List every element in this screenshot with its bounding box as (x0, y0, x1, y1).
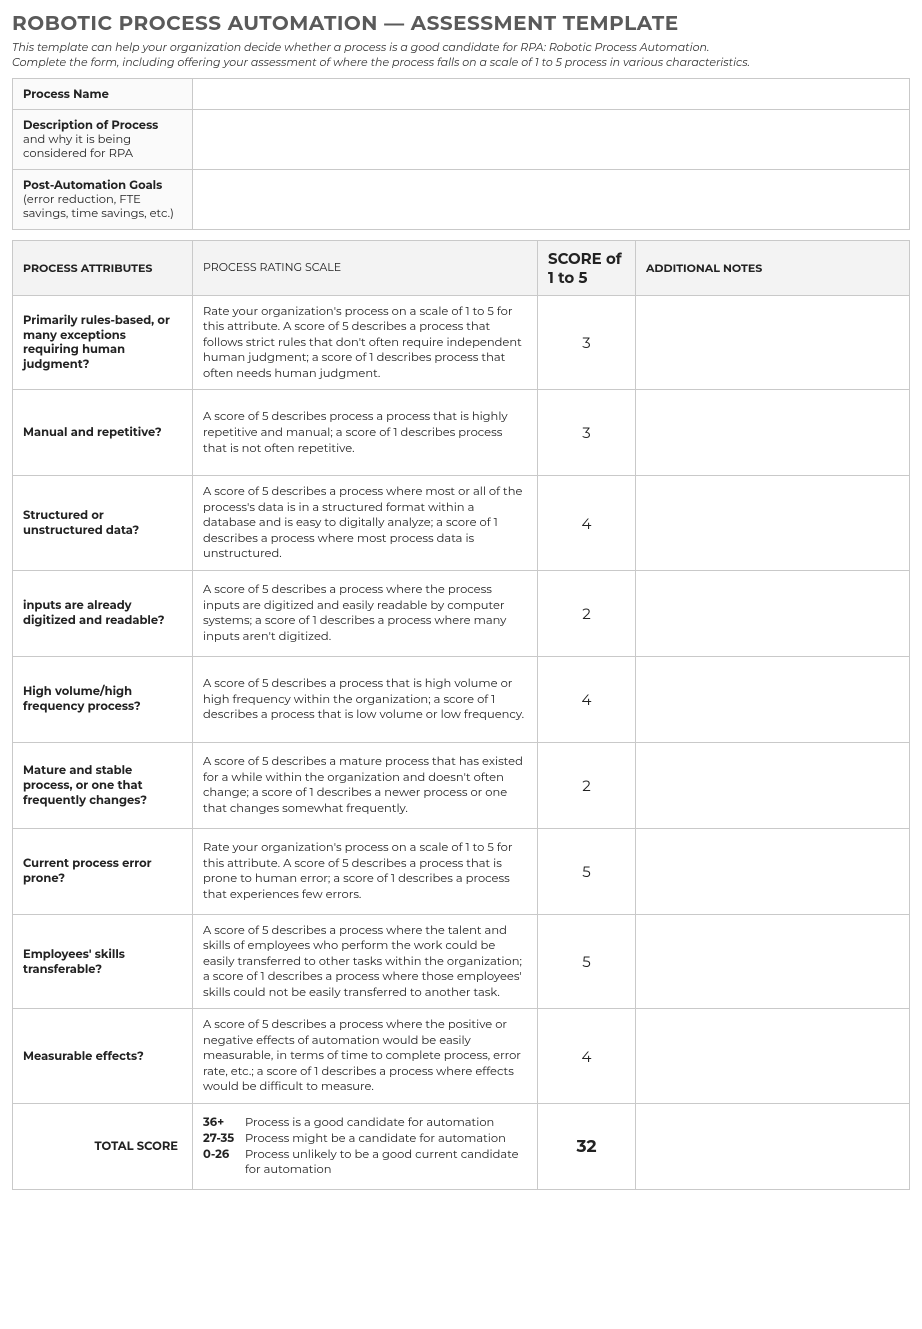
score-input[interactable]: 2 (538, 570, 636, 656)
goals-input[interactable] (193, 169, 910, 229)
attribute-cell: Structured or unstructured data? (13, 476, 193, 571)
scale-cell: A score of 5 describes a mature process … (193, 742, 538, 828)
scale-cell: A score of 5 describes a process where m… (193, 476, 538, 571)
notes-input[interactable] (636, 476, 910, 571)
total-score-value: 32 (538, 1104, 636, 1190)
description-label: Description of Process and why it is bei… (13, 109, 193, 169)
score-input[interactable]: 3 (538, 295, 636, 390)
legend-b-text: Process might be a candidate for automat… (245, 1131, 506, 1145)
table-row: Mature and stable process, or one that f… (13, 742, 910, 828)
attribute-cell: Employees' skills transferable? (13, 914, 193, 1009)
notes-input[interactable] (636, 742, 910, 828)
intro-line-2: Complete the form, including offering yo… (12, 55, 750, 69)
header-notes: ADDITIONAL NOTES (636, 240, 910, 295)
table-row: Manual and repetitive?A score of 5 descr… (13, 390, 910, 476)
legend-c-text2: for automation (203, 1162, 527, 1178)
legend-c-range: 0-26 (203, 1147, 245, 1163)
attribute-cell: Current process error prone? (13, 828, 193, 914)
notes-input[interactable] (636, 295, 910, 390)
scale-cell: A score of 5 describes a process where t… (193, 1009, 538, 1104)
scale-cell: Rate your organization's process on a sc… (193, 295, 538, 390)
scale-cell: Rate your organization's process on a sc… (193, 828, 538, 914)
score-input[interactable]: 4 (538, 1009, 636, 1104)
intro-text: This template can help your organization… (12, 40, 910, 70)
info-table: Process Name Description of Process and … (12, 78, 910, 230)
process-name-input[interactable] (193, 78, 910, 109)
attribute-cell: Measurable effects? (13, 1009, 193, 1104)
description-input[interactable] (193, 109, 910, 169)
score-input[interactable]: 4 (538, 656, 636, 742)
goals-label-sub: (error reduction, FTE savings, time savi… (23, 192, 182, 220)
table-row: High volume/high frequency process?A sco… (13, 656, 910, 742)
legend-b-range: 27-35 (203, 1131, 245, 1147)
scale-cell: A score of 5 describes a process where t… (193, 570, 538, 656)
total-notes[interactable] (636, 1104, 910, 1190)
scale-cell: A score of 5 describes process a process… (193, 390, 538, 476)
attribute-cell: Primarily rules-based, or many exception… (13, 295, 193, 390)
score-legend: 36+Process is a good candidate for autom… (193, 1104, 538, 1190)
notes-input[interactable] (636, 914, 910, 1009)
notes-input[interactable] (636, 828, 910, 914)
table-row: Structured or unstructured data?A score … (13, 476, 910, 571)
scale-cell: A score of 5 describes a process that is… (193, 656, 538, 742)
table-row: Current process error prone?Rate your or… (13, 828, 910, 914)
total-score-label: TOTAL SCORE (13, 1104, 193, 1190)
score-input[interactable]: 4 (538, 476, 636, 571)
process-name-label-bold: Process Name (23, 87, 182, 101)
header-attributes: PROCESS ATTRIBUTES (13, 240, 193, 295)
notes-input[interactable] (636, 1009, 910, 1104)
notes-input[interactable] (636, 656, 910, 742)
score-input[interactable]: 3 (538, 390, 636, 476)
page-title: ROBOTIC PROCESS AUTOMATION — ASSESSMENT … (12, 12, 910, 36)
legend-c-text: Process unlikely to be a good current ca… (245, 1147, 519, 1161)
attribute-cell: inputs are already digitized and readabl… (13, 570, 193, 656)
notes-input[interactable] (636, 390, 910, 476)
scale-cell: A score of 5 describes a process where t… (193, 914, 538, 1009)
goals-label-bold: Post-Automation Goals (23, 178, 182, 192)
score-input[interactable]: 5 (538, 914, 636, 1009)
legend-a-range: 36+ (203, 1115, 245, 1131)
score-input[interactable]: 5 (538, 828, 636, 914)
header-scale: PROCESS RATING SCALE (193, 240, 538, 295)
legend-a-text: Process is a good candidate for automati… (245, 1115, 494, 1129)
score-input[interactable]: 2 (538, 742, 636, 828)
intro-line-1: This template can help your organization… (12, 40, 709, 54)
attribute-cell: High volume/high frequency process? (13, 656, 193, 742)
attribute-cell: Mature and stable process, or one that f… (13, 742, 193, 828)
process-name-label: Process Name (13, 78, 193, 109)
description-label-bold: Description of Process (23, 118, 182, 132)
table-row: Primarily rules-based, or many exception… (13, 295, 910, 390)
header-score: SCORE of 1 to 5 (538, 240, 636, 295)
goals-label: Post-Automation Goals (error reduction, … (13, 169, 193, 229)
table-row: Measurable effects?A score of 5 describe… (13, 1009, 910, 1104)
description-label-sub: and why it is being considered for RPA (23, 132, 182, 160)
notes-input[interactable] (636, 570, 910, 656)
attribute-cell: Manual and repetitive? (13, 390, 193, 476)
attributes-table: PROCESS ATTRIBUTES PROCESS RATING SCALE … (12, 240, 910, 1190)
table-row: inputs are already digitized and readabl… (13, 570, 910, 656)
table-row: Employees' skills transferable?A score o… (13, 914, 910, 1009)
